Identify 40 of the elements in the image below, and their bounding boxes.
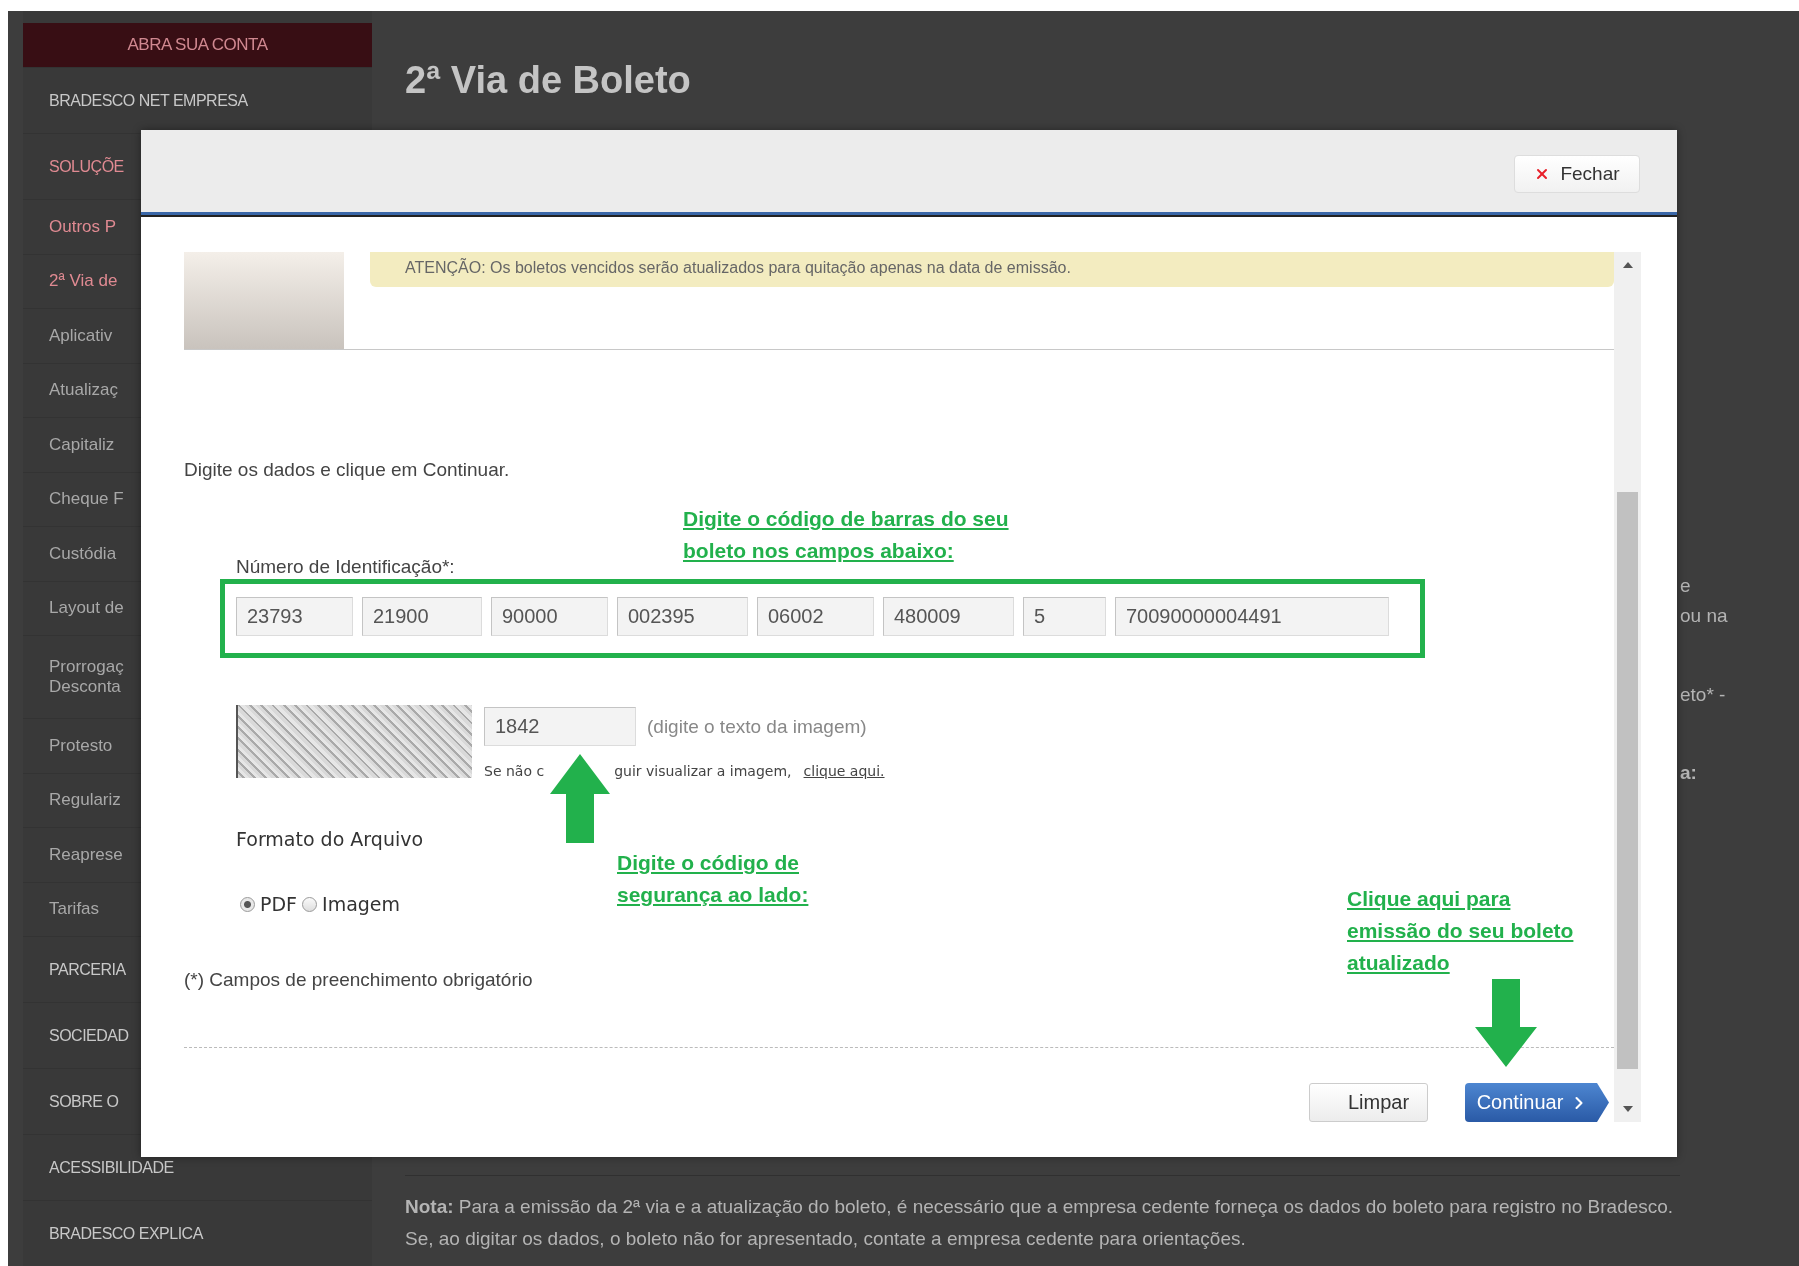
open-account-banner[interactable]: ABRA SUA CONTA (23, 23, 372, 67)
help-text: guir visualizar a imagem, (614, 763, 792, 779)
scrollbar-thumb[interactable] (1617, 492, 1638, 1069)
radio-option[interactable]: PDF (240, 892, 298, 916)
annotation-text: Digite o código de barras do seu boleto nos campos abaixo: (683, 506, 1009, 564)
input-field[interactable]: 1842 (484, 707, 636, 746)
annotation-text: Digite o código de segurança ao lado: (617, 850, 809, 908)
text-fragment: a: (1680, 761, 1698, 785)
input-field[interactable]: 23793 (236, 597, 353, 636)
input-field[interactable]: 21900 (362, 597, 482, 636)
instruction-text: Digite os dados e clique em Continuar. (184, 459, 511, 481)
input-field[interactable]: 90000 (491, 597, 608, 636)
section-label: Formato do Arquivo (236, 827, 425, 851)
input-field[interactable]: 5 (1023, 597, 1106, 636)
sidebar-item[interactable]: BRADESCO EXPLICA (23, 1200, 372, 1266)
input-field[interactable]: 480009 (883, 597, 1014, 636)
continue-button[interactable]: Continuar (1465, 1083, 1609, 1122)
text-fragment: eto* - (1680, 683, 1727, 707)
input-field[interactable]: 70090000004491 (1115, 597, 1389, 636)
note-paragraph: Nota: Para a emissão da 2ª via e a atualização do boleto, é necessário que a empresa cedente forneça os dados do boleto para registro no Bradesco. Se, ao digitar os dados, o boleto não for apresentado, contate a empresa cedente para orientações. (405, 1195, 1675, 1251)
close-button[interactable]: Fechar (1514, 155, 1640, 193)
radio-option[interactable]: Imagem (302, 892, 401, 916)
scrollbar[interactable] (1614, 252, 1641, 1122)
hint-text: (digite o texto da imagem) (647, 715, 867, 738)
radio-icon[interactable] (302, 896, 318, 912)
clear-button[interactable]: Limpar (1309, 1083, 1428, 1122)
notice-banner: ATENÇÃO: Os boletos vencidos serão atualizados para quitação apenas na data de emissão. (370, 252, 1614, 287)
input-field[interactable]: 06002 (757, 597, 874, 636)
page-title: 2ª Via de Boleto (405, 58, 692, 103)
required-note: (*) Campos de preenchimento obrigatório (184, 969, 534, 991)
down-arrow-icon (1475, 979, 1537, 1067)
help-text: Se não c (484, 763, 545, 779)
field-label: Número de Identificação*: (236, 556, 456, 578)
input-field[interactable]: 002395 (617, 597, 748, 636)
link[interactable]: clique aqui. (803, 763, 885, 779)
text-fragment: e (1680, 574, 1692, 598)
radio-icon[interactable] (240, 896, 255, 912)
up-arrow-icon (550, 754, 610, 843)
annotation-text: Clique aqui para emissão do seu boleto atualizado (1347, 886, 1574, 976)
text-fragment: ou na (1680, 604, 1729, 628)
